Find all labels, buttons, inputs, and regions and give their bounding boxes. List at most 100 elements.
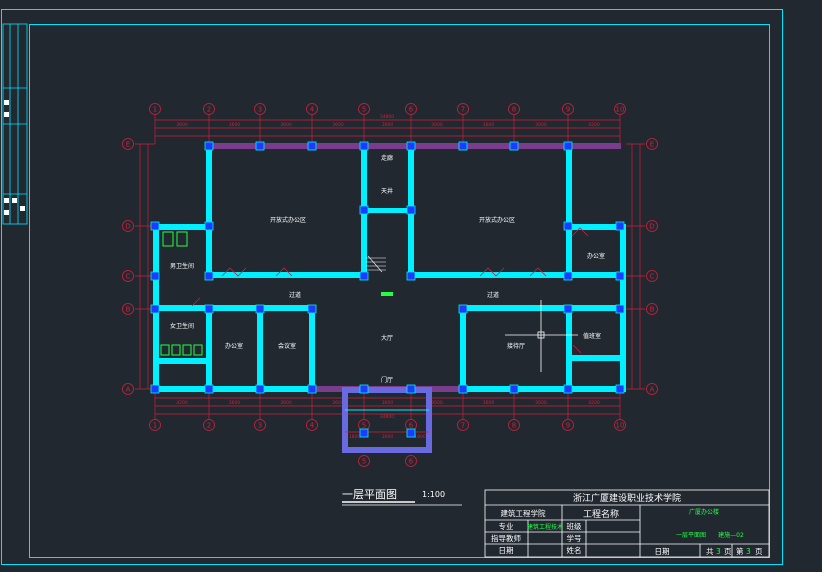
north-marker (381, 292, 393, 296)
tb-class-label: 班级 (567, 521, 582, 531)
axis-top-2: 2 (203, 103, 215, 115)
column-32 (307, 304, 317, 314)
toilet-fixtures (160, 231, 203, 356)
tb-total-value: 3 (716, 547, 721, 556)
dim-top-0: 3600 (176, 122, 188, 128)
column-36 (406, 428, 416, 438)
axis-top-6-label: 6 (409, 106, 414, 114)
inner-frame (29, 24, 770, 558)
axis-top-6: 6 (405, 103, 417, 115)
axis-top-3: 3 (254, 103, 266, 115)
axis-bottom-10-label: 10 (616, 422, 625, 430)
column-0 (204, 141, 214, 151)
column-31 (255, 304, 265, 314)
axis-bottom-4: 4 (306, 419, 318, 431)
dim-bottom-6: 3600 (483, 400, 495, 406)
axis-bottom-3-label: 3 (258, 422, 262, 430)
axis-left-E-label: E (126, 141, 130, 149)
dim-bottom-8: 4200 (588, 400, 600, 406)
axis-bottom-3: 3 (254, 419, 266, 431)
axis-top-5: 5 (358, 103, 370, 115)
axis-top-2-label: 2 (207, 106, 211, 114)
dim-top-3: 3600 (332, 122, 344, 128)
column-11 (458, 384, 468, 394)
dim-top-5: 3600 (431, 122, 443, 128)
axis-bottom-1: 1 (149, 419, 161, 431)
column-4 (307, 141, 317, 151)
axis-top-10: 10 (614, 103, 626, 115)
room-labels: 开放式办公区 开放式办公区 天井 走廊 过道 过道 男卫生间 女卫生间 办公室 … (170, 154, 605, 384)
tb-name-label: 姓名 (567, 545, 582, 555)
column-37 (359, 205, 369, 215)
floor-plan-drawing: 1 2 3 4 5 6 7 8 9 10 1 2 3 4 5 6 7 8 9 10 E D C B A E D C B A 5 6 34800… (1, 9, 783, 565)
tb-drawing-no: 建施—02 (718, 531, 744, 539)
axis-bottom-8: 8 (508, 419, 520, 431)
room-office-5: 办公室 (587, 252, 605, 260)
dim-bottom-4: 3600 (382, 400, 394, 406)
drawing-scale: 1:100 (422, 490, 445, 499)
column-27 (563, 271, 573, 281)
dim-top-8: 4200 (588, 122, 600, 128)
drawing-title-group: 一层平面图 1:100 (342, 488, 462, 506)
axis-top-7: 7 (457, 103, 469, 115)
tb-dept: 建筑工程学院 (501, 508, 546, 518)
column-6 (359, 141, 369, 151)
dim-top-2: 3600 (280, 122, 292, 128)
axis-left-C-label: C (126, 273, 131, 281)
axis-bottom-2: 2 (203, 419, 215, 431)
outer-frame (1, 9, 783, 565)
axis-bottom-2-label: 2 (207, 422, 211, 430)
column-34 (563, 304, 573, 314)
column-21 (615, 304, 625, 314)
tb-date-label: 日期 (499, 546, 514, 555)
tb-major-label: 专业 (499, 521, 514, 531)
dim-overall-bottom: 34800 (380, 414, 394, 420)
axis-right-A-label: A (650, 386, 655, 394)
axis-right-C: C (646, 270, 658, 282)
axis-bottom-8-label: 8 (512, 422, 516, 430)
dim-bottom-5: 3600 (431, 400, 443, 406)
column-19 (615, 271, 625, 281)
axis-bottom-5-label: 5 (362, 422, 366, 430)
column-24 (204, 221, 214, 231)
axis-porch-6-label: 6 (409, 458, 414, 466)
tb-page-unit2: 页 (755, 547, 763, 556)
dim-top-6: 3600 (483, 122, 495, 128)
column-17 (615, 221, 625, 231)
axis-left-D: D (122, 220, 134, 232)
room-toilet-female: 女卫生间 (170, 322, 194, 330)
tb-page-unit: 页 (724, 547, 732, 556)
column-14 (563, 141, 573, 151)
room-foyer: 门厅 (381, 376, 393, 384)
axis-top-1-label: 1 (153, 106, 157, 114)
axis-left-D-label: D (125, 223, 130, 231)
axis-bottom-6-label: 6 (409, 422, 414, 430)
room-reading-right: 开放式办公区 (479, 216, 515, 224)
axis-porch-5-label: 5 (362, 458, 366, 466)
axis-left-B-label: B (126, 306, 131, 314)
tb-school: 浙江广厦建设职业技术学院 (573, 492, 681, 504)
axis-left-B: B (122, 303, 134, 315)
column-28 (359, 271, 369, 281)
tb-major-value: 建筑工程技术 (527, 523, 563, 531)
dim-porch-0: 1800 (349, 434, 361, 440)
walls (153, 143, 626, 392)
dim-overall-top: 34800 (380, 114, 394, 120)
axis-top-8: 8 (508, 103, 520, 115)
dim-bottom-2: 3600 (280, 400, 292, 406)
dim-top-1: 3600 (229, 122, 241, 128)
column-29 (406, 271, 416, 281)
room-corridor-right: 过道 (487, 291, 499, 299)
stair (366, 255, 386, 273)
axis-right-B-label: B (650, 306, 655, 314)
binding-strip-marks (4, 100, 25, 215)
room-lobby: 大厅 (381, 334, 393, 342)
axis-bottom-9: 9 (562, 419, 574, 431)
axis-top-8-label: 8 (512, 106, 516, 114)
axis-left-E: E (122, 138, 134, 150)
room-office-2: 会议室 (278, 342, 296, 350)
axis-left-A: A (122, 383, 134, 395)
tb-student-no-label: 学号 (567, 533, 582, 543)
axis-top-5-label: 5 (362, 106, 366, 114)
column-25 (563, 221, 573, 231)
